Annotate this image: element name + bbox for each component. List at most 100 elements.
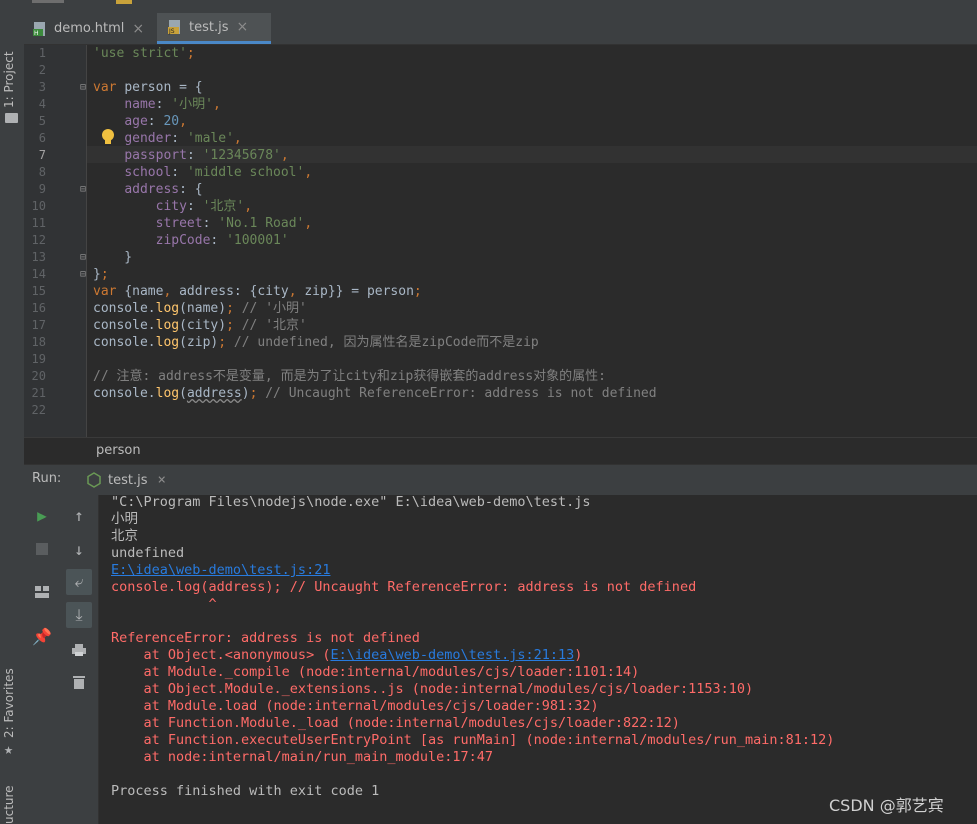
line-number: 18 bbox=[31, 335, 46, 349]
scroll-to-end-icon[interactable]: ⤓ bbox=[66, 602, 92, 628]
stack-line: at Function.executeUserEntryPoint [as ru… bbox=[111, 732, 835, 748]
line-number: 16 bbox=[31, 301, 46, 315]
code-line: gender: 'male', bbox=[124, 131, 242, 146]
stack-suffix: ) bbox=[574, 647, 583, 663]
console-line: 小明 bbox=[111, 511, 138, 527]
console-error-line: console.log(address); // Uncaught Refere… bbox=[111, 579, 697, 595]
line-number: 12 bbox=[31, 233, 46, 247]
line-number: 10 bbox=[31, 199, 46, 213]
soft-wrap-icon[interactable]: ⤶ bbox=[66, 569, 92, 595]
line-number: 11 bbox=[31, 216, 46, 230]
close-icon[interactable]: × bbox=[236, 19, 248, 35]
console-command: "C:\Program Files\nodejs\node.exe" E:\id… bbox=[111, 494, 591, 510]
line-number: 21 bbox=[31, 386, 46, 400]
run-toolbar-secondary: ↑ ↓ ⤶ ⤓ bbox=[60, 495, 99, 824]
star-icon: ★ bbox=[4, 740, 14, 758]
code-line: console.log(address); // Uncaught Refere… bbox=[93, 386, 657, 401]
run-tool-header: Run: test.js × bbox=[24, 464, 977, 496]
stack-line: at node:internal/main/run_main_module:17… bbox=[111, 749, 494, 765]
structure-tool-tab[interactable]: ucture bbox=[2, 785, 16, 824]
line-number: 3 bbox=[38, 80, 46, 94]
tab-test-js[interactable]: JS test.js × bbox=[157, 13, 271, 44]
editor-tab-bar: H demo.html × JS test.js × bbox=[24, 13, 977, 45]
favorites-tool-tab[interactable]: 2: Favorites bbox=[2, 668, 16, 738]
html-file-icon: H bbox=[32, 21, 48, 37]
tab-demo-html[interactable]: H demo.html × bbox=[32, 13, 144, 44]
navigation-bar bbox=[24, 0, 977, 13]
code-line: } bbox=[93, 250, 133, 265]
line-number: 6 bbox=[38, 131, 46, 145]
stack-line: at Module._compile (node:internal/module… bbox=[111, 664, 640, 680]
nav-bar-fragment bbox=[32, 0, 64, 3]
code-line: // 注意: address不是变量, 而是为了让city和zip获得嵌套的ad… bbox=[93, 369, 606, 384]
layout-icon[interactable] bbox=[29, 579, 55, 605]
watermark: CSDN @郭艺宾 bbox=[829, 796, 944, 815]
svg-text:JS: JS bbox=[168, 28, 175, 35]
line-number: 8 bbox=[38, 165, 46, 179]
stack-line: at Function.Module._load (node:internal/… bbox=[111, 715, 680, 731]
run-tab-label: test.js bbox=[108, 472, 148, 488]
arrow-up-icon[interactable]: ↑ bbox=[66, 502, 92, 528]
stack-prefix: at Object.<anonymous> ( bbox=[111, 647, 331, 663]
line-number: 15 bbox=[31, 284, 46, 298]
line-number: 2 bbox=[38, 63, 46, 77]
code-line: passport: '12345678', bbox=[124, 148, 289, 163]
left-tool-strip: 1: Project 2: Favorites ★ ucture bbox=[0, 0, 25, 824]
code-line: name: '小明', bbox=[124, 97, 221, 112]
line-number: 1 bbox=[38, 46, 46, 60]
line-number: 5 bbox=[38, 114, 46, 128]
code-line: school: 'middle school', bbox=[124, 165, 313, 180]
stack-line: at Module.load (node:internal/modules/cj… bbox=[111, 698, 599, 714]
rerun-icon[interactable]: ▶ bbox=[29, 502, 55, 528]
svg-text:H: H bbox=[34, 30, 39, 37]
code-line: age: 20, bbox=[124, 114, 187, 129]
breadcrumb[interactable]: person bbox=[96, 443, 141, 458]
line-number: 19 bbox=[31, 352, 46, 366]
pin-icon[interactable]: 📌 bbox=[29, 623, 55, 649]
console-line: undefined bbox=[111, 545, 185, 561]
print-icon[interactable] bbox=[66, 637, 92, 663]
line-number: 14 bbox=[31, 267, 46, 281]
stack-line: at Object.<anonymous> (E:\idea\web-demo\… bbox=[111, 647, 583, 664]
console-file-link[interactable]: E:\idea\web-demo\test.js:21 bbox=[111, 562, 330, 579]
stack-file-link[interactable]: E:\idea\web-demo\test.js:21:13 bbox=[330, 647, 574, 663]
code-line: street: 'No.1 Road', bbox=[155, 216, 313, 231]
trash-icon[interactable] bbox=[66, 669, 92, 695]
run-tab-test-js[interactable]: test.js × bbox=[86, 465, 166, 495]
arrow-down-icon[interactable]: ↓ bbox=[66, 536, 92, 562]
code-line: 'use strict'; bbox=[93, 46, 195, 61]
js-file-icon: JS bbox=[167, 19, 183, 35]
code-line: var {name, address: {city, zip}} = perso… bbox=[93, 284, 422, 299]
close-icon[interactable]: × bbox=[157, 472, 165, 488]
run-title: Run: bbox=[32, 471, 62, 486]
code-line: }; bbox=[93, 267, 109, 282]
console-line: 北京 bbox=[111, 528, 138, 544]
code-line: console.log(zip); // undefined, 因为属性名是zi… bbox=[93, 335, 539, 350]
line-number: 22 bbox=[31, 403, 46, 417]
line-number-gutter: 1 2 3 4 5 6 7 8 9 10 11 12 13 14 15 16 17 18 19 20 21 22 ⊟ ⊟ … bbox=[24, 45, 114, 437]
project-tool-tab[interactable]: 1: Project bbox=[2, 51, 16, 108]
process-exit-line: Process finished with exit code 1 bbox=[111, 783, 380, 799]
tab-label: test.js bbox=[189, 19, 229, 35]
line-number: 13 bbox=[31, 250, 46, 264]
code-line: var person = { bbox=[93, 80, 203, 95]
code-line: city: '北京', bbox=[155, 199, 253, 214]
gutter-divider bbox=[86, 45, 87, 437]
folder-icon bbox=[5, 113, 18, 123]
code-line: console.log(city); // '北京' bbox=[93, 318, 307, 333]
line-number: 17 bbox=[31, 318, 46, 332]
breadcrumb-bar: person bbox=[24, 437, 977, 465]
line-number: 7 bbox=[38, 148, 46, 162]
stop-icon[interactable] bbox=[29, 536, 55, 562]
tab-label: demo.html bbox=[54, 21, 125, 36]
code-line: console.log(name); // '小明' bbox=[93, 301, 307, 316]
code-line: address: { bbox=[124, 182, 203, 197]
console-error-title: ReferenceError: address is not defined bbox=[111, 630, 420, 646]
close-icon[interactable]: × bbox=[132, 21, 144, 37]
run-toolbar-primary: ▶ 📌 bbox=[24, 495, 60, 824]
console-caret: ^ bbox=[111, 596, 217, 612]
line-number: 9 bbox=[38, 182, 46, 196]
line-number: 4 bbox=[38, 97, 46, 111]
line-number: 20 bbox=[31, 369, 46, 383]
code-line: zipCode: '100001' bbox=[155, 233, 289, 248]
